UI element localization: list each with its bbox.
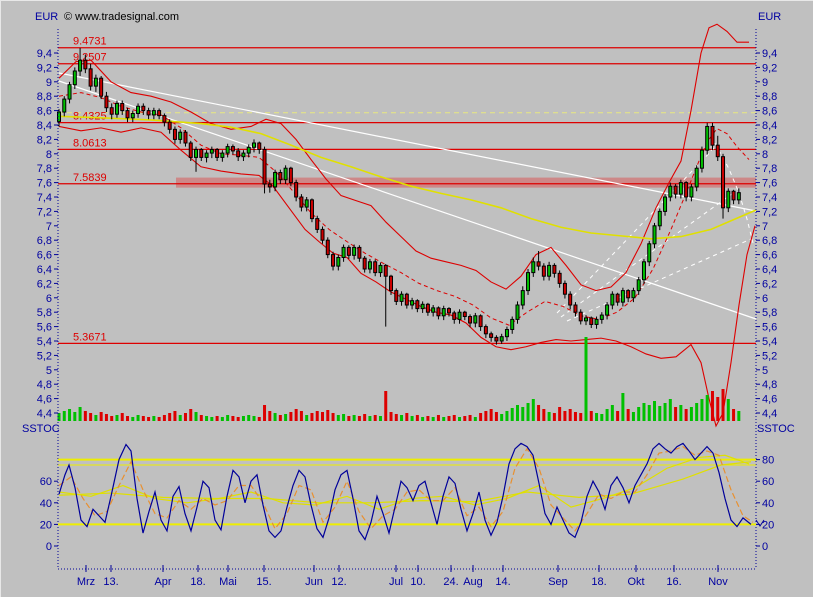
svg-text:Mrz: Mrz bbox=[77, 576, 95, 588]
svg-text:7,4: 7,4 bbox=[762, 192, 777, 204]
svg-text:9,4: 9,4 bbox=[37, 48, 52, 60]
svg-text:6,6: 6,6 bbox=[762, 250, 777, 262]
svg-text:5,8: 5,8 bbox=[37, 307, 52, 319]
sstoc-panel bbox=[58, 442, 765, 541]
svg-text:8,8: 8,8 bbox=[37, 91, 52, 103]
svg-text:14.: 14. bbox=[495, 576, 510, 588]
svg-text:20: 20 bbox=[40, 519, 52, 531]
svg-text:5,2: 5,2 bbox=[37, 350, 52, 362]
svg-text:8,6: 8,6 bbox=[37, 106, 52, 118]
svg-text:0: 0 bbox=[46, 541, 52, 553]
svg-text:7: 7 bbox=[762, 221, 768, 233]
svg-text:4,8: 4,8 bbox=[37, 379, 52, 391]
svg-text:4,8: 4,8 bbox=[762, 379, 777, 391]
svg-text:18.: 18. bbox=[591, 576, 606, 588]
svg-text:20: 20 bbox=[762, 519, 774, 531]
svg-text:8,2: 8,2 bbox=[37, 134, 52, 146]
svg-text:9.4731: 9.4731 bbox=[73, 36, 107, 48]
svg-text:0: 0 bbox=[762, 541, 768, 553]
svg-text:4,6: 4,6 bbox=[37, 394, 52, 406]
svg-text:7: 7 bbox=[46, 221, 52, 233]
svg-text:6: 6 bbox=[46, 293, 52, 305]
svg-text:6: 6 bbox=[762, 293, 768, 305]
svg-text:60: 60 bbox=[762, 476, 774, 488]
chart-window: { "header": { "unit_left": "EUR", "unit_… bbox=[0, 0, 813, 597]
svg-text:9,2: 9,2 bbox=[762, 62, 777, 74]
svg-text:12.: 12. bbox=[331, 576, 346, 588]
svg-text:6,4: 6,4 bbox=[762, 264, 777, 276]
svg-text:5,2: 5,2 bbox=[762, 350, 777, 362]
svg-text:4,4: 4,4 bbox=[762, 408, 777, 420]
svg-text:4,4: 4,4 bbox=[37, 408, 52, 420]
svg-text:5,6: 5,6 bbox=[762, 322, 777, 334]
svg-text:18.: 18. bbox=[190, 576, 205, 588]
svg-text:7,4: 7,4 bbox=[37, 192, 52, 204]
svg-text:40: 40 bbox=[40, 498, 52, 510]
white-trendlines bbox=[58, 72, 757, 322]
svg-text:6,2: 6,2 bbox=[762, 278, 777, 290]
svg-text:8,2: 8,2 bbox=[762, 134, 777, 146]
svg-text:7.5839: 7.5839 bbox=[73, 172, 107, 184]
svg-text:5,6: 5,6 bbox=[37, 322, 52, 334]
svg-text:6,8: 6,8 bbox=[762, 235, 777, 247]
svg-text:8: 8 bbox=[762, 149, 768, 161]
svg-text:7,6: 7,6 bbox=[762, 178, 777, 190]
svg-text:8.0613: 8.0613 bbox=[73, 137, 107, 149]
svg-text:6,4: 6,4 bbox=[37, 264, 52, 276]
svg-text:15.: 15. bbox=[256, 576, 271, 588]
svg-text:8,4: 8,4 bbox=[762, 120, 777, 132]
svg-text:Apr: Apr bbox=[154, 576, 171, 588]
svg-text:5.3671: 5.3671 bbox=[73, 331, 107, 343]
svg-text:6,2: 6,2 bbox=[37, 278, 52, 290]
svg-text:Okt: Okt bbox=[627, 576, 644, 588]
svg-text:60: 60 bbox=[40, 476, 52, 488]
svg-text:7,8: 7,8 bbox=[762, 163, 777, 175]
x-axis-labels: Mrz 13. Apr 18. Mai 15. Jun 12. Jul 10. 24. Aug 14. S… bbox=[77, 565, 728, 588]
svg-text:Aug: Aug bbox=[463, 576, 483, 588]
svg-text:24.: 24. bbox=[443, 576, 458, 588]
svg-text:7,6: 7,6 bbox=[37, 178, 52, 190]
svg-text:9,2: 9,2 bbox=[37, 62, 52, 74]
svg-text:7,2: 7,2 bbox=[762, 206, 777, 218]
svg-text:5,4: 5,4 bbox=[37, 336, 52, 348]
svg-text:Nov: Nov bbox=[708, 576, 728, 588]
svg-text:16.: 16. bbox=[666, 576, 681, 588]
svg-text:9,4: 9,4 bbox=[762, 48, 777, 60]
svg-text:40: 40 bbox=[762, 498, 774, 510]
svg-text:Jun: Jun bbox=[305, 576, 323, 588]
svg-text:5,4: 5,4 bbox=[762, 336, 777, 348]
svg-text:80: 80 bbox=[762, 455, 774, 467]
svg-text:6,8: 6,8 bbox=[37, 235, 52, 247]
svg-text:8,4: 8,4 bbox=[37, 120, 52, 132]
svg-text:4,6: 4,6 bbox=[762, 394, 777, 406]
svg-text:9: 9 bbox=[46, 77, 52, 89]
svg-text:5,8: 5,8 bbox=[762, 307, 777, 319]
svg-text:8: 8 bbox=[46, 149, 52, 161]
svg-text:5: 5 bbox=[46, 365, 52, 377]
chart-canvas[interactable]: 9.47319.25078.43258.06137.58395.36719,4 9… bbox=[1, 1, 813, 597]
svg-text:8,8: 8,8 bbox=[762, 91, 777, 103]
svg-text:8,6: 8,6 bbox=[762, 106, 777, 118]
red-band-lines bbox=[58, 23, 756, 428]
svg-text:13.: 13. bbox=[103, 576, 118, 588]
svg-text:9: 9 bbox=[762, 77, 768, 89]
svg-text:5: 5 bbox=[762, 365, 768, 377]
svg-text:6,6: 6,6 bbox=[37, 250, 52, 262]
svg-text:Sep: Sep bbox=[548, 576, 568, 588]
svg-text:7,8: 7,8 bbox=[37, 163, 52, 175]
svg-text:10.: 10. bbox=[410, 576, 425, 588]
svg-text:Jul: Jul bbox=[389, 576, 403, 588]
svg-text:Mai: Mai bbox=[219, 576, 237, 588]
svg-text:7,2: 7,2 bbox=[37, 206, 52, 218]
